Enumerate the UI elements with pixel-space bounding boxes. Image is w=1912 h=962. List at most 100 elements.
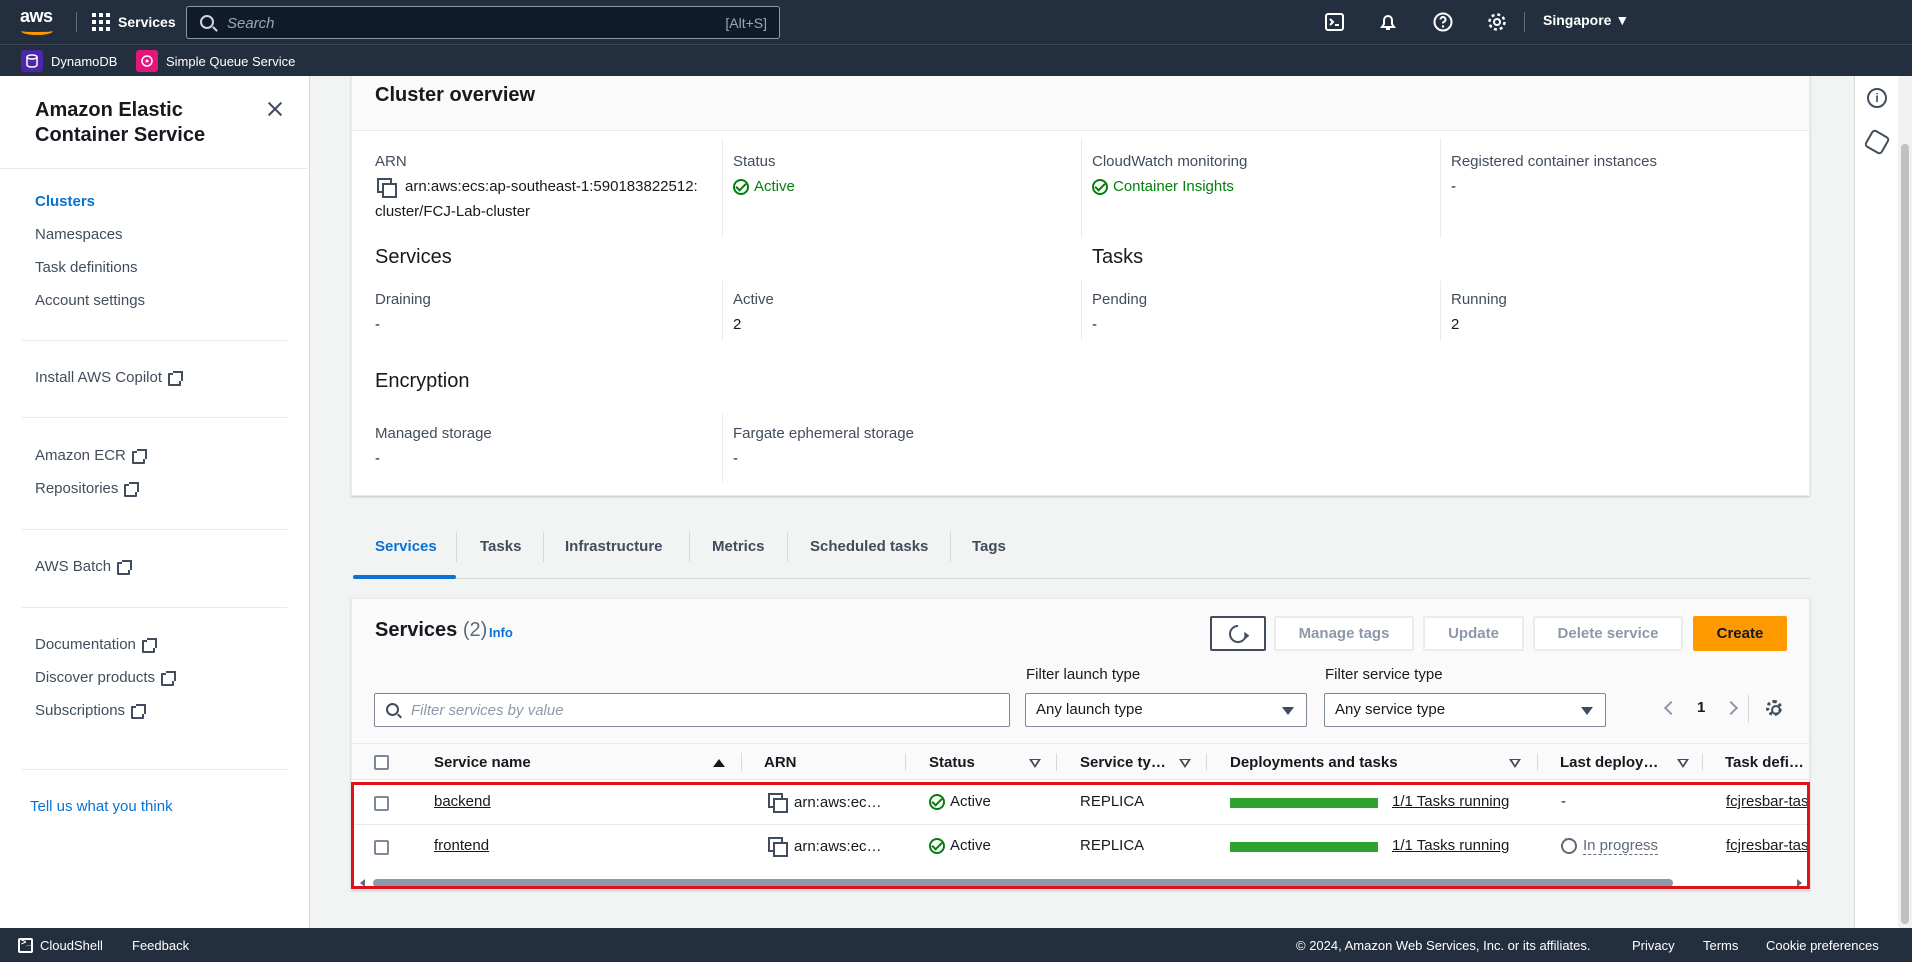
task-definition-link[interactable]: fcjresbar-tas: [1726, 837, 1809, 854]
bell-icon[interactable]: [1377, 11, 1399, 33]
service-name-link[interactable]: backend: [434, 793, 491, 810]
panel-header: Services (2) Info Manage tags Update Del…: [352, 599, 1809, 743]
search-placeholder: Search: [227, 15, 275, 32]
scroll-right-icon[interactable]: [1797, 879, 1802, 887]
scrollbar-thumb[interactable]: [373, 879, 1673, 887]
settings-gear-icon[interactable]: [1486, 11, 1508, 33]
scroll-left-icon[interactable]: [360, 879, 365, 887]
preferences-gear-icon[interactable]: [1766, 700, 1782, 716]
sidebar-item-discover-products[interactable]: Discover products: [35, 669, 177, 686]
filter-services-input[interactable]: Filter services by value: [374, 693, 1010, 727]
sidebar-item-amazon-ecr[interactable]: Amazon ECR: [35, 447, 147, 464]
tab-scheduled-tasks[interactable]: Scheduled tasks: [810, 538, 928, 555]
aws-logo[interactable]: aws: [20, 6, 56, 36]
scrollbar-thumb[interactable]: [1901, 144, 1909, 924]
close-icon[interactable]: [264, 98, 286, 120]
row-checkbox[interactable]: [374, 840, 389, 855]
column-header-deployments[interactable]: Deployments and tasks: [1230, 754, 1398, 771]
favorite-dynamodb[interactable]: DynamoDB: [21, 49, 117, 73]
cloudshell-icon[interactable]: [18, 937, 33, 953]
table-row[interactable]: frontend arn:aws:ec… Active REPLICA 1/1 …: [352, 825, 1809, 869]
select-all-checkbox[interactable]: [374, 755, 389, 770]
column-header-service-type[interactable]: Service ty…: [1080, 754, 1166, 771]
help-icon[interactable]: [1432, 11, 1454, 33]
sidebar-item-clusters[interactable]: Clusters: [35, 193, 95, 210]
cloudwatch-text: Container Insights: [1113, 178, 1234, 195]
cloudshell-icon[interactable]: [1324, 11, 1346, 33]
tab-services[interactable]: Services: [375, 538, 437, 555]
column-resizer[interactable]: [1056, 753, 1057, 771]
sidebar-divider: [0, 168, 310, 169]
sidebar-item-task-definitions[interactable]: Task definitions: [35, 259, 138, 276]
sort-icon[interactable]: [1677, 759, 1689, 768]
cloudshell-link[interactable]: CloudShell: [40, 938, 103, 953]
region-selector[interactable]: Singapore ▼: [1543, 12, 1629, 28]
page-number[interactable]: 1: [1697, 699, 1705, 716]
tasks-running-link[interactable]: 1/1 Tasks running: [1392, 837, 1509, 854]
sort-icon[interactable]: [1509, 759, 1521, 768]
column-header-arn[interactable]: ARN: [764, 754, 797, 771]
status-text: Active: [950, 793, 991, 810]
chevron-right-icon[interactable]: [1723, 700, 1739, 716]
sidebar-item-account-settings[interactable]: Account settings: [35, 292, 145, 309]
row-checkbox[interactable]: [374, 796, 389, 811]
feedback-link[interactable]: Tell us what you think: [30, 798, 173, 815]
sidebar-item-aws-batch[interactable]: AWS Batch: [35, 558, 133, 575]
last-deployment-text[interactable]: In progress: [1583, 837, 1659, 855]
column-header-last-deployment[interactable]: Last deploy…: [1560, 754, 1658, 771]
privacy-link[interactable]: Privacy: [1632, 938, 1675, 953]
column-resizer[interactable]: [1702, 753, 1703, 771]
column-header-task-definition[interactable]: Task defi…: [1725, 754, 1804, 771]
sidebar-item-label: Documentation: [35, 636, 136, 653]
sort-icon[interactable]: [1179, 759, 1191, 768]
terms-link[interactable]: Terms: [1703, 938, 1738, 953]
refresh-button[interactable]: [1210, 616, 1266, 651]
sidebar-item-namespaces[interactable]: Namespaces: [35, 226, 123, 243]
sidebar-item-repositories[interactable]: Repositories: [35, 480, 140, 497]
table-row[interactable]: backend arn:aws:ec… Active REPLICA 1/1 T…: [352, 781, 1809, 825]
copy-icon[interactable]: [377, 178, 397, 201]
services-menu-button[interactable]: Services: [92, 10, 176, 34]
feedback-link[interactable]: Feedback: [132, 938, 189, 953]
service-name-link[interactable]: frontend: [434, 837, 489, 854]
update-button[interactable]: Update: [1423, 616, 1524, 651]
tab-tasks[interactable]: Tasks: [480, 538, 521, 555]
task-definition-link[interactable]: fcjresbar-tas: [1726, 793, 1809, 810]
column-header-service-name[interactable]: Service name: [434, 754, 531, 771]
copy-icon[interactable]: [768, 793, 788, 813]
horizontal-scrollbar[interactable]: [360, 878, 1802, 888]
launch-type-select[interactable]: Any launch type: [1025, 693, 1307, 727]
column-resizer[interactable]: [1206, 753, 1207, 771]
column-resizer[interactable]: [1537, 753, 1538, 771]
tab-metrics[interactable]: Metrics: [712, 538, 765, 555]
tab-infrastructure[interactable]: Infrastructure: [565, 538, 663, 555]
tasks-running-link[interactable]: 1/1 Tasks running: [1392, 793, 1509, 810]
create-button[interactable]: Create: [1693, 616, 1787, 651]
draining-label: Draining: [375, 291, 431, 308]
sort-ascending-icon[interactable]: [713, 759, 725, 767]
favorite-sqs[interactable]: Simple Queue Service: [136, 49, 295, 73]
page-scrollbar[interactable]: [1898, 76, 1912, 928]
tab-divider: [787, 532, 788, 562]
sidebar-item-subscriptions[interactable]: Subscriptions: [35, 702, 147, 719]
service-type-cell: REPLICA: [1080, 793, 1145, 810]
column-resizer[interactable]: [905, 753, 906, 771]
service-type-select[interactable]: Any service type: [1324, 693, 1606, 727]
manage-tags-button[interactable]: Manage tags: [1274, 616, 1414, 651]
hexagon-icon[interactable]: [1863, 128, 1891, 156]
info-icon[interactable]: i: [1867, 88, 1887, 108]
chevron-left-icon[interactable]: [1663, 700, 1679, 716]
search-input[interactable]: Search [Alt+S]: [186, 6, 780, 39]
column-resizer[interactable]: [741, 753, 742, 771]
filter-placeholder: Filter services by value: [411, 702, 564, 719]
sidebar-item-install-copilot[interactable]: Install AWS Copilot: [35, 369, 183, 386]
sidebar-item-documentation[interactable]: Documentation: [35, 636, 157, 653]
registered-instances-label: Registered container instances: [1451, 153, 1657, 170]
sort-icon[interactable]: [1029, 759, 1041, 768]
delete-service-button[interactable]: Delete service: [1533, 616, 1683, 651]
info-link[interactable]: Info: [489, 625, 513, 640]
cookie-preferences-link[interactable]: Cookie preferences: [1766, 938, 1879, 953]
copy-icon[interactable]: [768, 837, 788, 857]
column-header-status[interactable]: Status: [929, 754, 975, 771]
tab-tags[interactable]: Tags: [972, 538, 1006, 555]
